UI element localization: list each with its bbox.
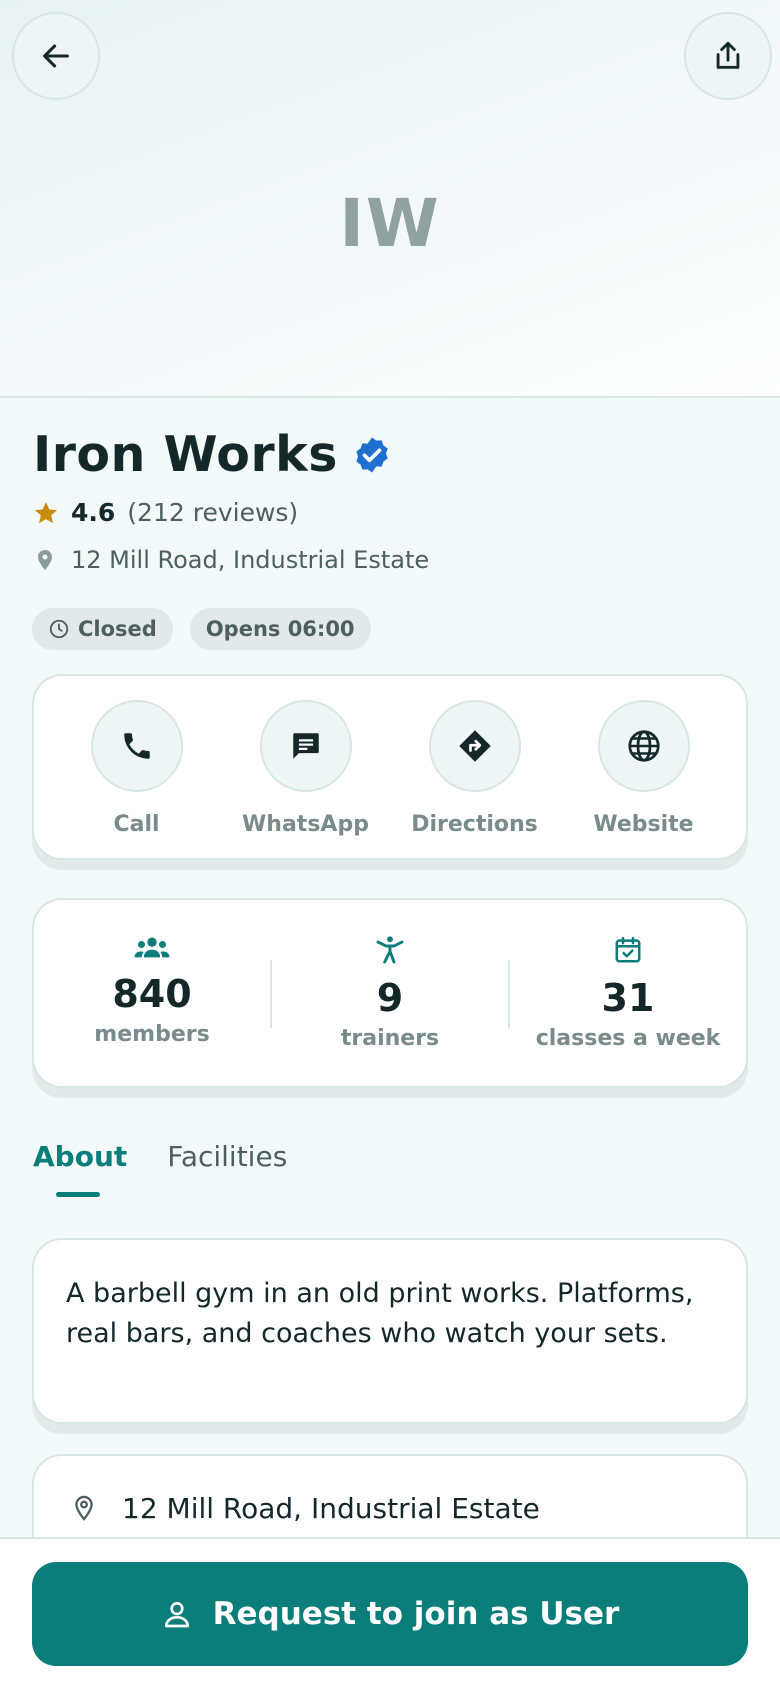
- website-action[interactable]: Website: [569, 676, 719, 858]
- tab-facilities-label: Facilities: [167, 1140, 288, 1173]
- clock-icon: [49, 619, 69, 639]
- whatsapp-action[interactable]: WhatsApp: [231, 676, 381, 858]
- trainers-label: trainers: [340, 1026, 440, 1051]
- hero-initials: IW: [339, 185, 441, 262]
- back-button[interactable]: [12, 12, 100, 100]
- tab-bar: About Facilities: [33, 1140, 287, 1197]
- message-icon: [292, 733, 319, 759]
- title-row: Iron Works: [33, 426, 392, 483]
- call-action[interactable]: Call: [62, 676, 212, 858]
- opening-time-badge: Opens 06:00: [189, 608, 371, 650]
- tab-facilities[interactable]: Facilities: [167, 1140, 287, 1173]
- call-label: Call: [113, 812, 160, 837]
- phone-icon: [123, 733, 150, 759]
- status-text: Closed: [78, 617, 157, 641]
- tab-about-label: About: [33, 1140, 128, 1173]
- status-badge: Closed: [32, 608, 173, 650]
- call-button[interactable]: [90, 700, 183, 792]
- classes-label: classes a week: [535, 1026, 721, 1051]
- location-pin-icon: [38, 550, 52, 570]
- directions-icon: [458, 730, 491, 762]
- group-icon: [134, 937, 170, 958]
- rating-row[interactable]: 4.6 (212 reviews): [33, 498, 298, 527]
- review-count: (212 reviews): [127, 498, 299, 527]
- address-row: 12 Mill Road, Industrial Estate: [33, 546, 429, 574]
- members-count: 840: [112, 972, 192, 1016]
- opening-time-text: Opens 06:00: [205, 617, 355, 641]
- contact-actions-card: Call WhatsApp Directions Website: [32, 674, 748, 860]
- gym-name: Iron Works: [33, 426, 338, 483]
- request-join-label: Request to join as User: [212, 1596, 620, 1632]
- stat-classes: 31 classes a week: [510, 900, 746, 1086]
- location-card-address: 12 Mill Road, Industrial Estate: [122, 1492, 540, 1525]
- trainer-icon: [376, 936, 404, 964]
- stat-trainers: 9 trainers: [272, 900, 508, 1086]
- status-chips: Closed Opens 06:00: [32, 608, 371, 650]
- share-icon: [716, 41, 740, 69]
- person-icon: [164, 1602, 189, 1628]
- members-label: members: [94, 1022, 210, 1047]
- tab-about[interactable]: About: [33, 1140, 128, 1197]
- whatsapp-label: WhatsApp: [242, 812, 369, 837]
- globe-icon: [627, 730, 660, 762]
- about-text: A barbell gym in an old print works. Pla…: [66, 1278, 694, 1349]
- address-text: 12 Mill Road, Industrial Estate: [71, 546, 430, 574]
- star-icon: [34, 501, 58, 523]
- directions-label: Directions: [411, 812, 538, 837]
- verified-badge-icon: [356, 437, 388, 472]
- share-button[interactable]: [684, 12, 772, 100]
- website-label: Website: [593, 812, 694, 837]
- arrow-left-icon: [43, 44, 69, 68]
- rating-value: 4.6: [71, 498, 116, 527]
- request-join-button[interactable]: Request to join as User: [32, 1562, 748, 1666]
- directions-action[interactable]: Directions: [400, 676, 550, 858]
- tab-active-indicator: [56, 1192, 100, 1197]
- classes-count: 31: [601, 976, 655, 1020]
- trainers-count: 9: [376, 976, 404, 1020]
- location-pin-icon: [75, 1495, 93, 1521]
- stats-card: 840 members 9 trainers 31 classes a week: [32, 898, 748, 1088]
- whatsapp-button[interactable]: [259, 700, 352, 792]
- calendar-check-icon: [615, 936, 641, 963]
- website-button[interactable]: [597, 700, 690, 792]
- about-card: A barbell gym in an old print works. Pla…: [32, 1238, 748, 1424]
- hero-banner: IW: [0, 0, 780, 398]
- stat-members: 840 members: [34, 900, 270, 1086]
- directions-button[interactable]: [428, 700, 521, 792]
- bottom-action-bar: Request to join as User: [0, 1537, 780, 1688]
